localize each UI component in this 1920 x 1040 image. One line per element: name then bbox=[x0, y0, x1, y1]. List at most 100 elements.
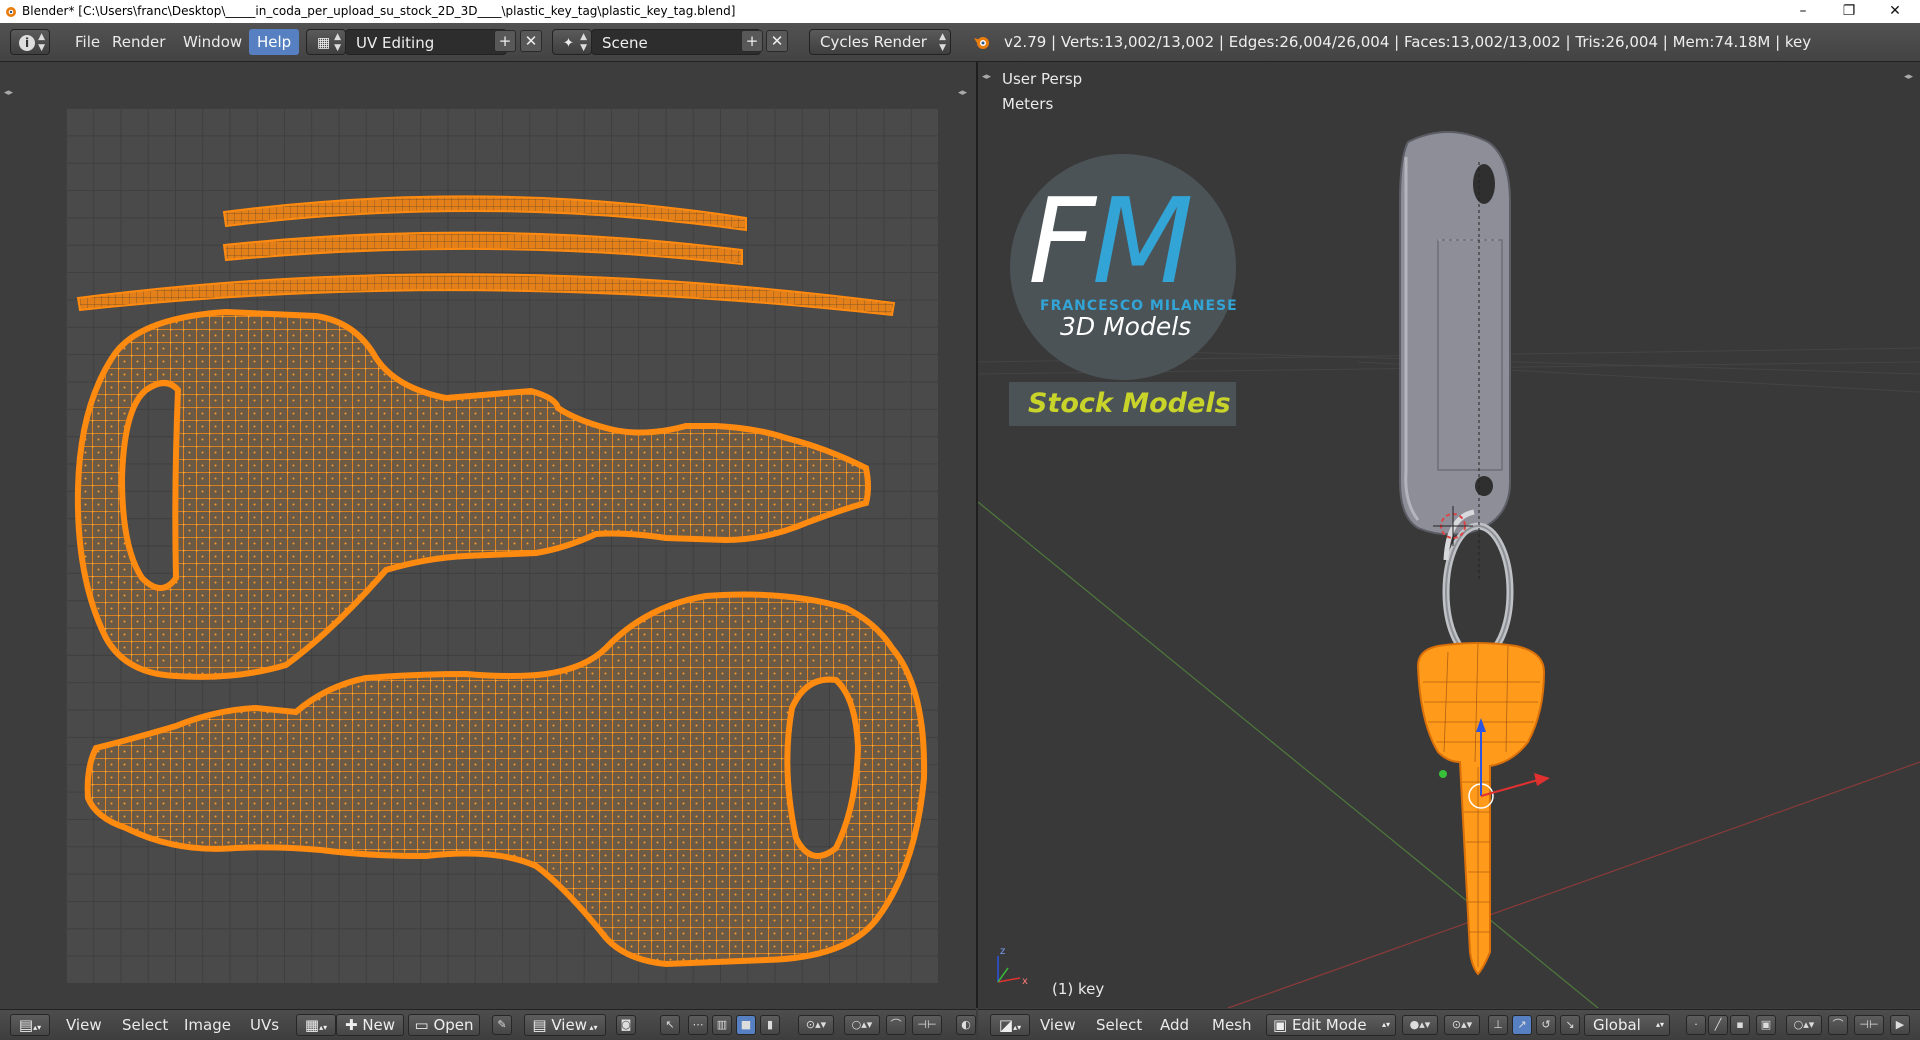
scene-icon: ✦ bbox=[563, 36, 574, 51]
uv-grid[interactable] bbox=[66, 108, 938, 983]
updown-arrows-icon: ▲ ▼ bbox=[38, 32, 45, 53]
info-icon: i bbox=[19, 35, 35, 51]
new-image-label: New bbox=[362, 1016, 396, 1034]
uv-menu-uvs[interactable]: UVs bbox=[250, 1014, 279, 1036]
shading-dropdown[interactable]: ●▴▾ bbox=[1402, 1015, 1438, 1035]
pin-icon[interactable]: ✎ bbox=[492, 1015, 512, 1035]
restore-button[interactable]: ❐ bbox=[1826, 0, 1872, 23]
screen-layout-browse-button[interactable]: ▦ ▲ ▼ bbox=[306, 29, 346, 55]
vertex-select-icon[interactable]: · bbox=[1686, 1015, 1706, 1035]
updown-arrows-icon: ▲ ▼ bbox=[580, 32, 587, 53]
menu-render[interactable]: Render bbox=[104, 29, 173, 55]
mode-label: Edit Mode bbox=[1291, 1016, 1367, 1034]
remove-screen-button[interactable]: ✕ bbox=[520, 30, 542, 52]
face-select-icon[interactable]: ■ bbox=[736, 1015, 756, 1035]
sync-selection-icon[interactable]: ◐ bbox=[956, 1015, 976, 1035]
scene-statistics: v2.79 | Verts:13,002/13,002 | Edges:26,0… bbox=[1004, 33, 1812, 51]
edge-select-icon[interactable]: ╱ bbox=[1708, 1015, 1728, 1035]
editor-type-button[interactable]: ▤▴▾ bbox=[10, 1014, 50, 1036]
view-mode-dropdown[interactable]: ▤ View ▴▾ bbox=[524, 1014, 606, 1036]
proportional-edit-dropdown[interactable]: ○▴▾ bbox=[844, 1015, 880, 1035]
updown-arrows-icon: ▲ ▼ bbox=[939, 32, 946, 53]
scene-browse-button[interactable]: ✦ ▲ ▼ bbox=[552, 29, 592, 55]
vertex-select-icon[interactable]: ⋯ bbox=[688, 1015, 708, 1035]
3d-viewport[interactable]: ◂▸ ◂▸ User Persp Meters z x FM FRANCESCO… bbox=[978, 62, 1920, 1008]
editor-type-info-button[interactable]: i ▲ ▼ bbox=[10, 29, 50, 55]
screen-layout-field[interactable]: UV Editing bbox=[345, 29, 507, 55]
cursor-select-icon[interactable]: ↖ bbox=[660, 1015, 680, 1035]
window-title: Blender* [C:\Users\franc\Desktop\_____in… bbox=[22, 4, 736, 18]
view-mode-label: View bbox=[551, 1016, 587, 1034]
edit-mode-icon: ▣ bbox=[1273, 1016, 1292, 1034]
edge-select-icon[interactable]: ▥ bbox=[712, 1015, 732, 1035]
minimize-button[interactable]: – bbox=[1780, 0, 1826, 23]
uv-menu-select[interactable]: Select bbox=[122, 1014, 168, 1036]
render-engine-label: Cycles Render bbox=[820, 33, 927, 51]
menu-file[interactable]: File bbox=[67, 29, 108, 55]
close-window-button[interactable]: ✕ bbox=[1872, 0, 1918, 23]
view3d-menu-mesh[interactable]: Mesh bbox=[1212, 1014, 1252, 1036]
manipulator-toggle-icon[interactable]: ⊥ bbox=[1488, 1015, 1508, 1035]
occlude-geometry-icon[interactable]: ▣ bbox=[1756, 1015, 1776, 1035]
snap-icon[interactable]: ⌒ bbox=[886, 1015, 906, 1035]
scene-field[interactable]: Scene bbox=[591, 29, 761, 55]
render-engine-dropdown[interactable]: Cycles Render ▲ ▼ bbox=[809, 29, 951, 55]
svg-text:x: x bbox=[1022, 976, 1028, 987]
window-title-bar: Blender* [C:\Users\franc\Desktop\_____in… bbox=[0, 0, 1920, 23]
view3d-menu-view[interactable]: View bbox=[1040, 1014, 1076, 1036]
uv-strip[interactable] bbox=[76, 273, 896, 317]
blender-logo-icon bbox=[6, 7, 16, 17]
open-image-button[interactable]: ▭ Open bbox=[408, 1014, 480, 1036]
active-object-label: (1) key bbox=[1052, 980, 1105, 998]
scale-manipulator-icon[interactable]: ↘ bbox=[1560, 1015, 1580, 1035]
plus-icon: ✚ bbox=[344, 1016, 363, 1034]
render-icon[interactable]: ▶ bbox=[1890, 1015, 1910, 1035]
translate-manipulator-icon[interactable]: ↗ bbox=[1512, 1015, 1532, 1035]
island-select-icon[interactable]: ▮ bbox=[760, 1015, 780, 1035]
folder-icon: ▭ bbox=[414, 1016, 434, 1034]
view3d-menu-select[interactable]: Select bbox=[1096, 1014, 1142, 1036]
snap-icon[interactable]: ⌒ bbox=[1828, 1015, 1848, 1035]
uv-menu-view[interactable]: View bbox=[66, 1014, 102, 1036]
new-image-button[interactable]: ✚ New bbox=[336, 1014, 404, 1036]
updown-arrows-icon: ▲ ▼ bbox=[334, 32, 341, 53]
uv-menu-image[interactable]: Image bbox=[184, 1014, 231, 1036]
pivot-point-dropdown[interactable]: ⊙▴▾ bbox=[1444, 1015, 1480, 1035]
menu-help[interactable]: Help bbox=[249, 29, 300, 55]
add-scene-button[interactable]: + bbox=[741, 30, 763, 52]
uv-islands[interactable] bbox=[66, 108, 938, 983]
proportional-edit-dropdown[interactable]: ○▴▾ bbox=[1786, 1015, 1822, 1035]
info-header: i ▲ ▼ File Render Window Help ▦ ▲ ▼ UV Edi… bbox=[0, 23, 1920, 62]
camera-icon[interactable]: ◙ bbox=[616, 1015, 636, 1035]
menu-window[interactable]: Window bbox=[175, 29, 250, 55]
expand-toolshelf-icon[interactable]: ◂▸ bbox=[4, 88, 13, 98]
snap-target-icon[interactable]: ⊣⊢ bbox=[912, 1015, 942, 1035]
uv-editor-header: ▤▴▾ View Select Image UVs ▦▴▾ ✚ New ▭ Op… bbox=[0, 1009, 976, 1040]
logo-subtitle: 3D Models bbox=[1060, 312, 1192, 341]
uv-strip[interactable] bbox=[222, 195, 747, 232]
face-select-icon[interactable]: ▪ bbox=[1730, 1015, 1750, 1035]
mode-dropdown[interactable]: ▣ Edit Mode ▴▾ bbox=[1266, 1014, 1396, 1036]
plastic-key-tag[interactable] bbox=[1399, 131, 1511, 536]
open-image-label: Open bbox=[433, 1016, 474, 1034]
layout-icon: ▦ bbox=[317, 35, 331, 51]
snap-element-icon[interactable]: ⊣⊢ bbox=[1854, 1015, 1884, 1035]
image-browse-button[interactable]: ▦▴▾ bbox=[296, 1014, 336, 1036]
3d-view-header: ◪▴▾ View Select Add Mesh ▣ Edit Mode ▴▾ ●… bbox=[978, 1009, 1920, 1040]
stock-models-text: Stock Models bbox=[1028, 388, 1231, 419]
pivot-point-dropdown[interactable]: ⊙▴▾ bbox=[798, 1015, 834, 1035]
orientation-dropdown[interactable]: Global ▴▾ bbox=[1584, 1014, 1670, 1036]
remove-scene-button[interactable]: ✕ bbox=[766, 30, 788, 52]
logo-letters: FM bbox=[1028, 172, 1194, 310]
uv-image-editor[interactable]: ◂▸ ◂▸ bbox=[0, 62, 976, 1008]
editor-type-button[interactable]: ◪▴▾ bbox=[990, 1014, 1030, 1036]
expand-properties-icon[interactable]: ◂▸ bbox=[958, 88, 967, 98]
rotate-manipulator-icon[interactable]: ↺ bbox=[1536, 1015, 1556, 1035]
add-screen-button[interactable]: + bbox=[494, 30, 516, 52]
x-axis-line bbox=[1227, 761, 1920, 1008]
view3d-menu-add[interactable]: Add bbox=[1160, 1014, 1189, 1036]
image-editor-icon: ▤ bbox=[18, 1016, 34, 1034]
stock-models-banner: Stock Models bbox=[1009, 382, 1236, 426]
uv-strip[interactable] bbox=[222, 231, 743, 266]
orientation-label: Global bbox=[1593, 1016, 1641, 1034]
